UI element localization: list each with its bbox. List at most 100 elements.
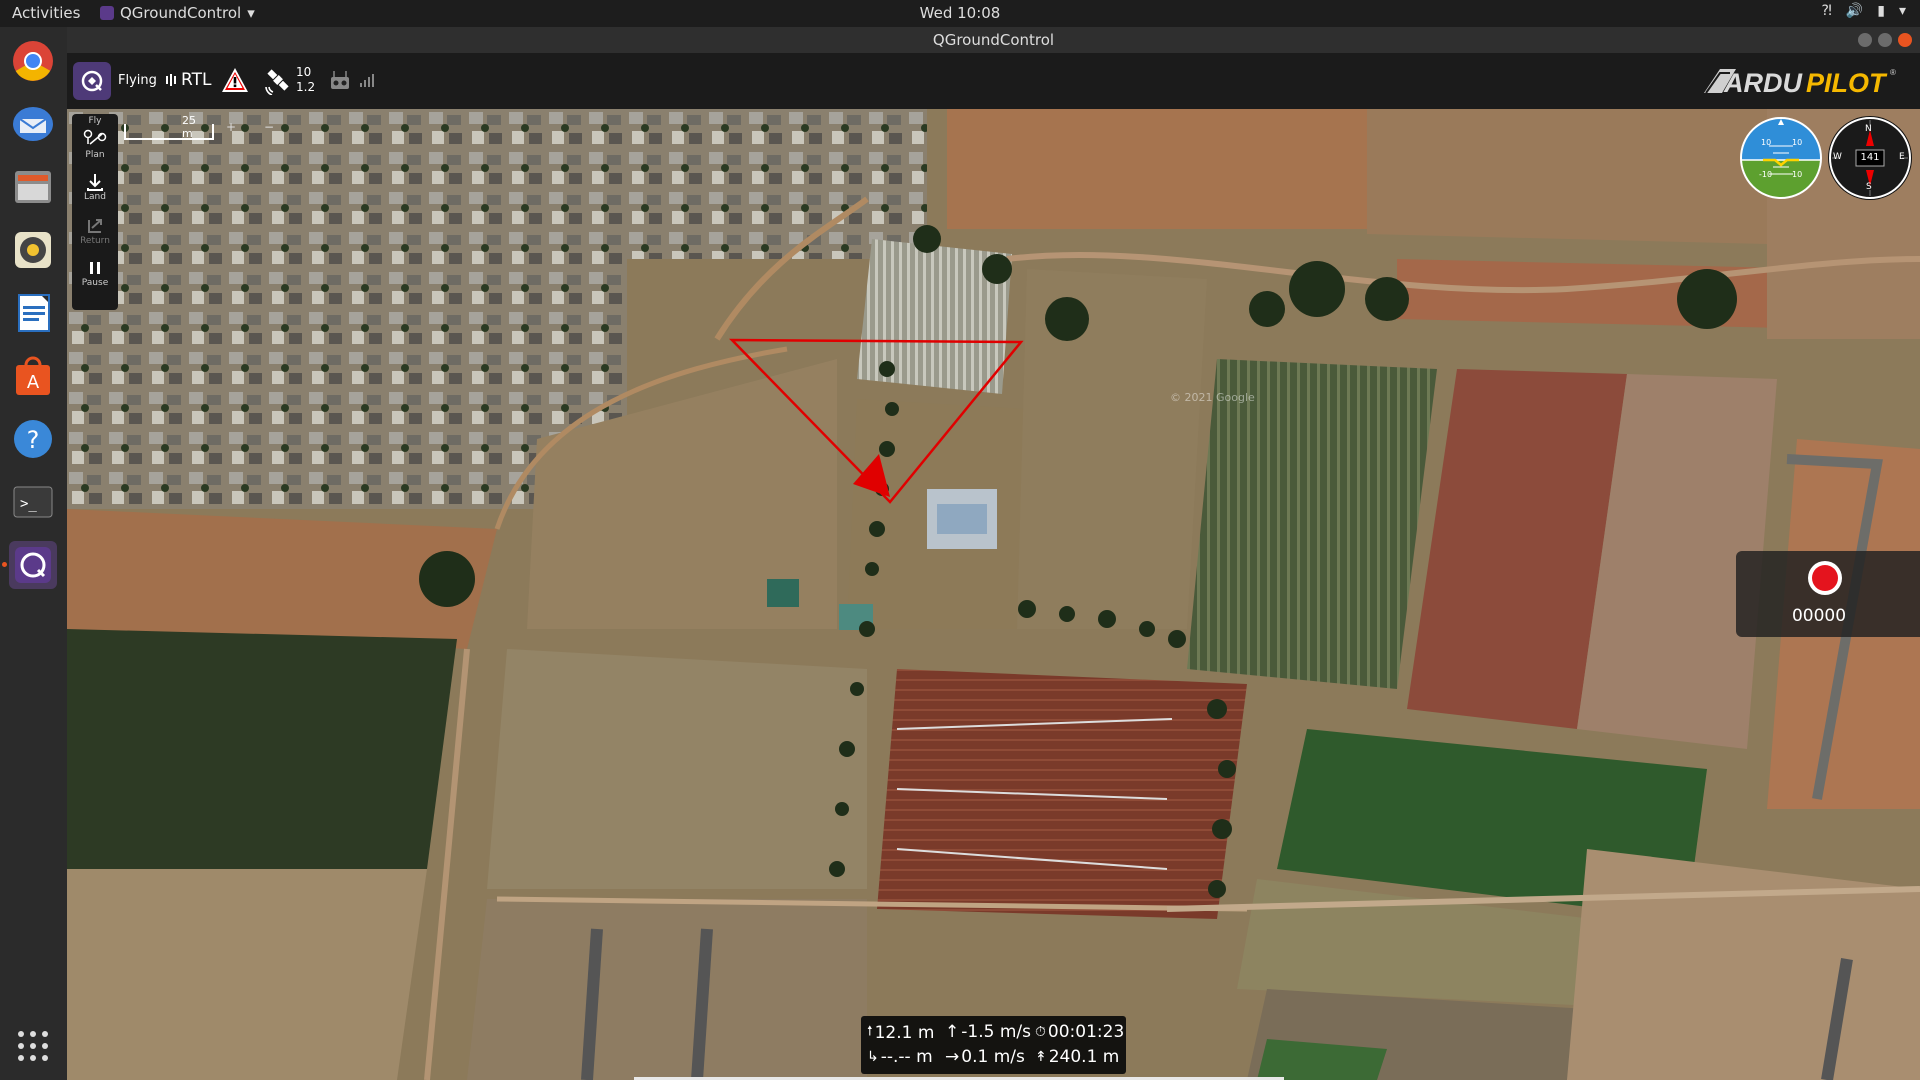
flight-time-icon: ⏱ — [1035, 1024, 1046, 1040]
fly-label: Fly — [88, 116, 102, 126]
altitude-text: 12.1 m — [874, 1023, 935, 1043]
pitch-label-top-left: 10 — [1761, 138, 1772, 147]
qgroundcontrol-dock-icon[interactable] — [2, 541, 57, 589]
network-icon[interactable]: ⁈ — [1822, 3, 1832, 19]
writer-icon[interactable] — [9, 289, 57, 337]
record-dot-icon — [1812, 565, 1838, 591]
gps-satellite-icon[interactable] — [263, 65, 293, 99]
compass-east: E — [1899, 152, 1905, 162]
flight-time-text: 00:01:23 — [1047, 1022, 1125, 1042]
chrome-icon[interactable] — [9, 37, 57, 85]
dock: A ? >_ — [0, 27, 67, 1080]
pitch-label-bottom-right: 10 — [1792, 170, 1803, 179]
svg-text:®: ® — [1890, 68, 1896, 77]
compass-north: N — [1865, 124, 1872, 134]
volume-icon[interactable]: 🔊 — [1846, 3, 1863, 19]
mail-icon[interactable] — [9, 100, 57, 148]
flight-mode-label: RTL — [181, 70, 212, 90]
zoom-out-button[interactable]: − — [264, 120, 274, 134]
vertical-speed-value: ↑ -1.5 m/s — [945, 1022, 1031, 1042]
help-icon[interactable]: ? — [9, 415, 57, 463]
pause-icon — [90, 262, 100, 274]
attitude-indicator[interactable]: 10 10 -10 10 — [1739, 116, 1823, 200]
svg-text:PILOT: PILOT — [1806, 68, 1888, 98]
ground-speed-icon: → — [945, 1047, 960, 1067]
flight-mode-selector[interactable]: RTL — [165, 70, 211, 90]
telemetry-bar[interactable]: 🠕 12.1 m ↑ -1.5 m/s ⏱ 00:01:23 ↳ --.-- m… — [861, 1016, 1126, 1074]
map-scale-bar — [124, 124, 214, 140]
compass-south: S — [1866, 182, 1872, 192]
rhythmbox-icon[interactable] — [9, 226, 57, 274]
qgc-logo-icon — [81, 70, 103, 92]
app-settings-button[interactable] — [73, 62, 111, 100]
flight-time-value: ⏱ 00:01:23 — [1035, 1022, 1124, 1042]
return-tool[interactable]: Return — [72, 216, 118, 246]
window-controls — [1858, 33, 1912, 47]
maximize-button[interactable] — [1878, 33, 1892, 47]
system-top-bar: Activities QGroundControl ▾ Wed 10:08 ⁈ … — [0, 0, 1920, 27]
terminal-icon[interactable]: >_ — [9, 478, 57, 526]
rc-transmitter-icon[interactable] — [329, 70, 351, 94]
chevron-down-icon[interactable]: ▾ — [1899, 3, 1906, 19]
window-titlebar: QGroundControl — [67, 27, 1920, 53]
gps-satellite-count: 10 — [296, 65, 312, 79]
land-tool[interactable]: Land — [72, 172, 118, 202]
distance-home-value: ↳ --.-- m — [867, 1047, 933, 1067]
svg-text:?: ? — [27, 426, 40, 454]
close-button[interactable] — [1898, 33, 1912, 47]
altitude-value: 🠕 12.1 m — [867, 1022, 934, 1044]
minimize-button[interactable] — [1858, 33, 1872, 47]
rc-signal-icon[interactable] — [359, 71, 377, 91]
warning-icon[interactable] — [221, 67, 249, 97]
mode-icon — [166, 74, 176, 86]
pause-tool[interactable]: Pause — [72, 260, 118, 288]
total-distance-icon: ↟ — [1035, 1049, 1047, 1065]
plan-icon — [83, 129, 107, 145]
land-label: Land — [84, 192, 106, 202]
zoom-in-button[interactable]: + — [226, 120, 236, 134]
show-applications-icon[interactable] — [17, 1030, 49, 1066]
return-label: Return — [80, 236, 110, 246]
ground-speed-value: → 0.1 m/s — [945, 1047, 1025, 1067]
plan-label: Plan — [85, 150, 105, 160]
altitude-icon: 🠕 — [867, 1024, 873, 1039]
compass-heading: 141 — [1860, 152, 1880, 163]
vertical-speed-text: -1.5 m/s — [961, 1022, 1031, 1042]
gps-info: 10 1.2 — [296, 65, 315, 95]
total-distance-text: 240.1 m — [1048, 1047, 1120, 1067]
return-icon — [88, 219, 102, 233]
system-tray[interactable]: ⁈ 🔊 ▮ ▾ — [1822, 3, 1906, 19]
fly-tool[interactable]: Fly — [72, 116, 118, 126]
compass-west: W — [1833, 152, 1842, 162]
svg-text:>_: >_ — [20, 496, 37, 512]
files-icon[interactable] — [9, 163, 57, 211]
pitch-label-top-right: 10 — [1792, 138, 1803, 147]
ground-speed-text: 0.1 m/s — [961, 1047, 1025, 1067]
distance-home-icon: ↳ — [867, 1049, 879, 1065]
ardupilot-logo-icon: ARDU PILOT ® — [1704, 68, 1896, 98]
vertical-speed-icon: ↑ — [945, 1022, 960, 1042]
pause-label: Pause — [81, 278, 109, 288]
software-center-icon[interactable]: A — [9, 352, 57, 400]
battery-icon[interactable]: ▮ — [1877, 3, 1885, 19]
map-imagery — [67, 109, 1920, 1080]
clock[interactable]: Wed 10:08 — [0, 4, 1920, 22]
active-indicator — [2, 562, 7, 567]
record-button[interactable] — [1808, 561, 1842, 595]
fly-tool-strip: Fly Plan Land Return Pause — [72, 114, 118, 310]
plan-tool[interactable]: Plan — [72, 128, 118, 160]
pitch-label-bottom-left: -10 — [1759, 170, 1773, 179]
svg-text:ARDU: ARDU — [1723, 68, 1803, 98]
ardupilot-logo: ARDU PILOT ® — [1700, 65, 1900, 103]
total-distance-value: ↟ 240.1 m — [1035, 1047, 1119, 1067]
distance-home-text: --.-- m — [880, 1047, 933, 1067]
svg-text:A: A — [27, 372, 40, 393]
compass-indicator[interactable]: N E S W 141 — [1828, 116, 1912, 200]
qgc-toolbar: Flying RTL 10 1.2 ARDU PILOT ® — [67, 53, 1920, 109]
map-watermark-label: © 2021 Google — [1170, 391, 1255, 404]
flight-state-label: Flying — [118, 73, 157, 88]
video-record-panel: 00000 — [1736, 551, 1920, 637]
window-title: QGroundControl — [932, 31, 1055, 49]
satellite-map[interactable]: © 2021 Google — [67, 109, 1920, 1080]
record-counter: 00000 — [1791, 606, 1847, 626]
